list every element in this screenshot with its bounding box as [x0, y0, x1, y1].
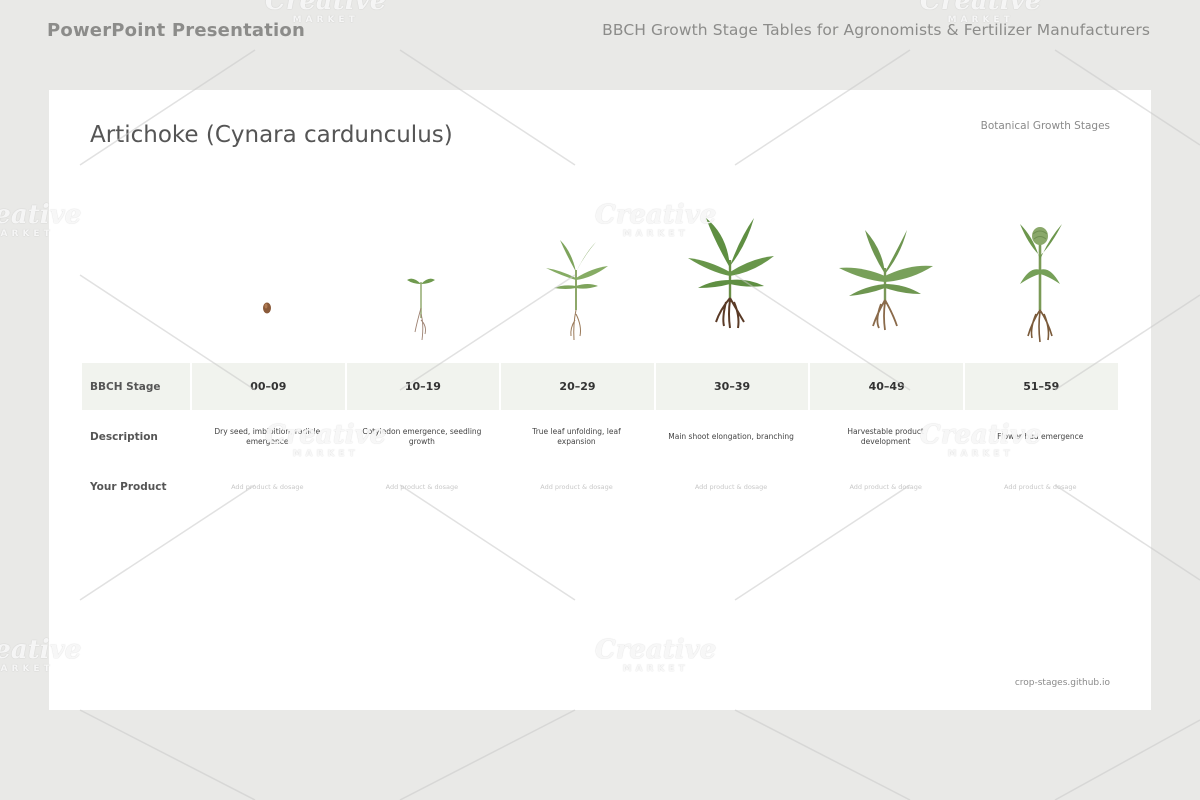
stage-description: Harvestable product development — [847, 427, 924, 446]
stage-description: Flower bud emergence — [997, 432, 1084, 441]
product-placeholder[interactable]: Add product & dosage — [190, 483, 345, 491]
header-presentation-label: PowerPoint Presentation — [47, 20, 306, 41]
leafy-plant-icon — [688, 218, 774, 329]
seed-icon — [263, 302, 271, 314]
stage-code: 00–09 — [190, 363, 345, 410]
stage-code: 51–59 — [962, 363, 1118, 410]
bushy-plant-icon — [839, 230, 933, 331]
young-plant-icon — [546, 240, 608, 341]
product-placeholder[interactable]: Add product & dosage — [499, 483, 654, 491]
footer-url: crop-stages.github.io — [1014, 678, 1110, 688]
row-label-your-product: Your Product — [90, 481, 167, 493]
budding-artichoke-icon — [1020, 224, 1062, 343]
header-product-title: BBCH Growth Stage Tables for Agronomists… — [602, 21, 1150, 39]
stage-description: Main shoot elongation, branching — [668, 432, 794, 441]
stage-description: True leaf unfolding, leaf expansion — [532, 427, 621, 446]
slide: Artichoke (Cynara cardunculus) Botanical… — [49, 90, 1151, 710]
seedling-icon — [407, 278, 435, 341]
bbch-table: BBCH Stage 00–09 10–19 20–29 30–39 40–49… — [82, 363, 1118, 510]
row-label-description: Description — [90, 431, 158, 443]
bbch-stage-row: BBCH Stage 00–09 10–19 20–29 30–39 40–49… — [82, 363, 1118, 410]
product-placeholder[interactable]: Add product & dosage — [808, 483, 963, 491]
stage-code: 20–29 — [499, 363, 654, 410]
product-row: Your Product Add product & dosage Add pr… — [82, 464, 1118, 510]
product-placeholder[interactable]: Add product & dosage — [963, 483, 1118, 491]
product-placeholder[interactable]: Add product & dosage — [345, 483, 500, 491]
description-row: Description Dry seed, imbibition, radicl… — [82, 410, 1118, 464]
stage-description: Cotyledon emergence, seedling growth — [362, 427, 482, 446]
product-placeholder[interactable]: Add product & dosage — [654, 483, 809, 491]
plant-illustrations — [190, 210, 1120, 350]
stage-code: 30–39 — [653, 363, 809, 410]
row-label-bbch-stage: BBCH Stage — [90, 380, 161, 393]
stage-code: 10–19 — [344, 363, 500, 410]
stage-description: Dry seed, imbibition, radicle emergence — [214, 427, 321, 446]
stage-code: 40–49 — [808, 363, 963, 410]
slide-subtitle: Botanical Growth Stages — [980, 120, 1110, 132]
slide-title: Artichoke (Cynara cardunculus) — [90, 122, 453, 148]
presentation-preview: PowerPoint Presentation BBCH Growth Stag… — [0, 0, 1200, 800]
